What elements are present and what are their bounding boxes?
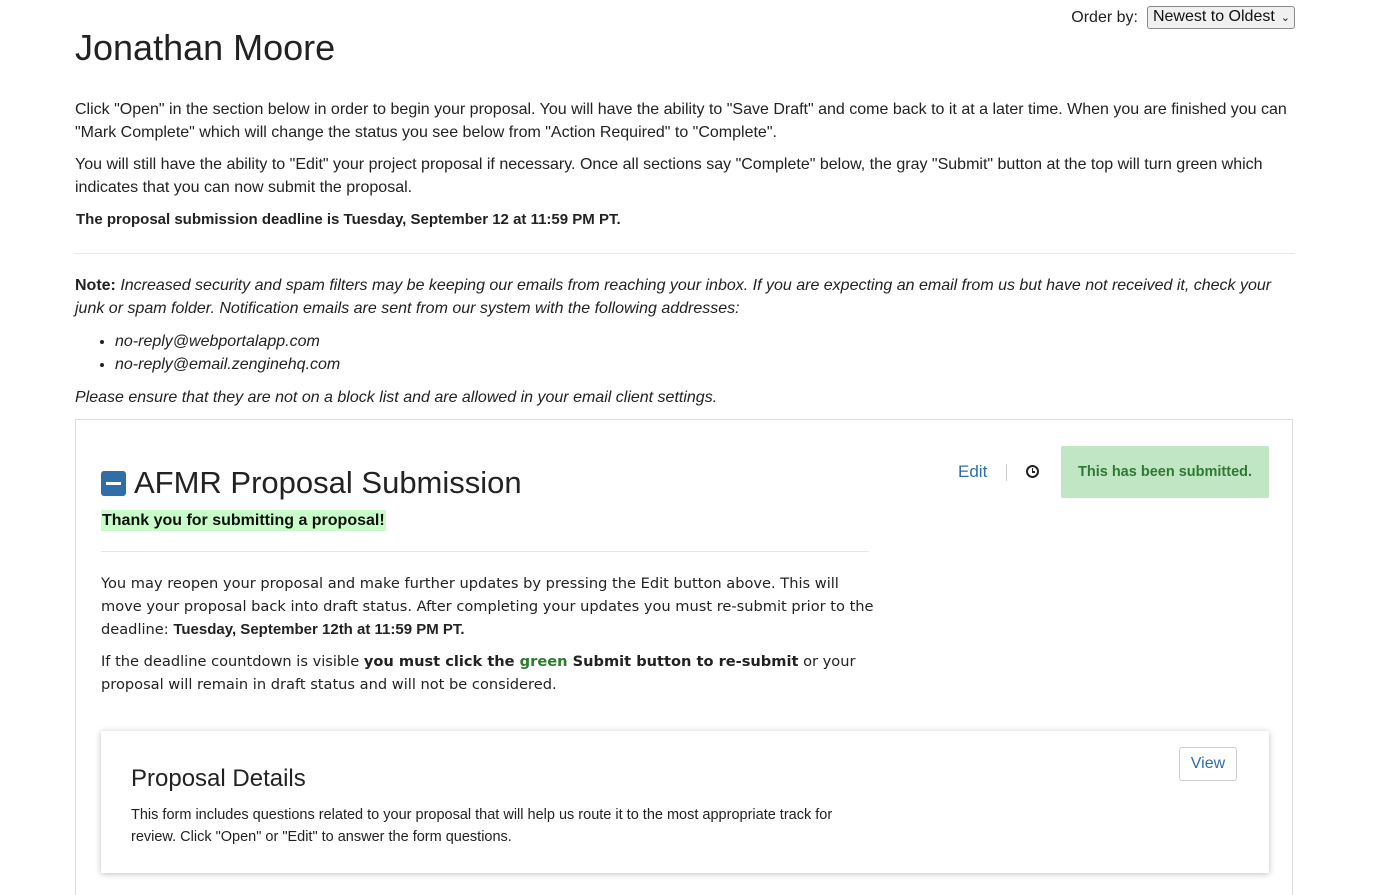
- email-item: no-reply@email.zenginehq.com: [115, 353, 1295, 376]
- proposal-details-card: Proposal Details This form includes ques…: [101, 731, 1269, 873]
- note-label: Note:: [75, 277, 116, 294]
- status-badge: This has been submitted.: [1061, 446, 1269, 498]
- details-description: This form includes questions related to …: [131, 807, 833, 845]
- view-button[interactable]: View: [1179, 747, 1237, 781]
- instructions: Click "Open" in the section below in ord…: [75, 99, 1300, 232]
- collapse-icon[interactable]: [101, 470, 126, 496]
- order-by-control: Order by: Newest to Oldest ⌄: [1071, 6, 1295, 29]
- instructions-paragraph-2: You will still have the ability to "Edit…: [75, 156, 1263, 196]
- proposal-section-panel: AFMR Proposal Submission Thank you for s…: [75, 419, 1293, 895]
- reopen-paragraph-1: You may reopen your proposal and make fu…: [101, 572, 881, 641]
- separator: [1006, 464, 1007, 481]
- instructions-paragraph-1: Click "Open" in the section below in ord…: [75, 101, 1287, 141]
- chevron-down-icon: ⌄: [1280, 11, 1290, 24]
- reopen-instructions: You may reopen your proposal and make fu…: [101, 572, 881, 705]
- clock-icon[interactable]: [1026, 465, 1039, 478]
- edit-link[interactable]: Edit: [958, 462, 987, 482]
- details-title: Proposal Details: [131, 765, 306, 792]
- reopen-bold-2: Submit button to re-submit: [567, 653, 799, 670]
- email-note: Note: Increased security and spam filter…: [75, 274, 1295, 409]
- ensure-text: Please ensure that they are not on a blo…: [75, 389, 718, 406]
- reopen-green-word: green: [519, 653, 568, 670]
- reopen-bold-1: you must click the: [363, 653, 520, 670]
- thank-you-message: Thank you for submitting a proposal!: [101, 510, 386, 531]
- order-by-value: Newest to Oldest: [1152, 8, 1275, 25]
- order-by-label: Order by:: [1071, 8, 1138, 26]
- divider: [75, 253, 1295, 254]
- note-paragraph: Note: Increased security and spam filter…: [75, 274, 1295, 320]
- reopen-paragraph-2: If the deadline countdown is visible you…: [101, 650, 881, 696]
- email-list: no-reply@webportalapp.com no-reply@email…: [75, 330, 1295, 376]
- reopen-text-2: If the deadline countdown is visible: [101, 653, 364, 670]
- section-header: AFMR Proposal Submission: [101, 465, 522, 501]
- divider: [101, 551, 869, 552]
- reopen-deadline: Tuesday, September 12th at 11:59 PM PT.: [173, 621, 465, 638]
- order-by-select[interactable]: Newest to Oldest ⌄: [1146, 6, 1295, 29]
- section-title: AFMR Proposal Submission: [134, 465, 522, 500]
- page: Order by: Newest to Oldest ⌄ Jonathan Mo…: [0, 0, 1375, 895]
- note-text: Increased security and spam filters may …: [75, 277, 1272, 317]
- email-item: no-reply@webportalapp.com: [115, 330, 1295, 353]
- page-title: Jonathan Moore: [75, 27, 336, 68]
- submission-deadline: The proposal submission deadline is Tues…: [76, 211, 621, 228]
